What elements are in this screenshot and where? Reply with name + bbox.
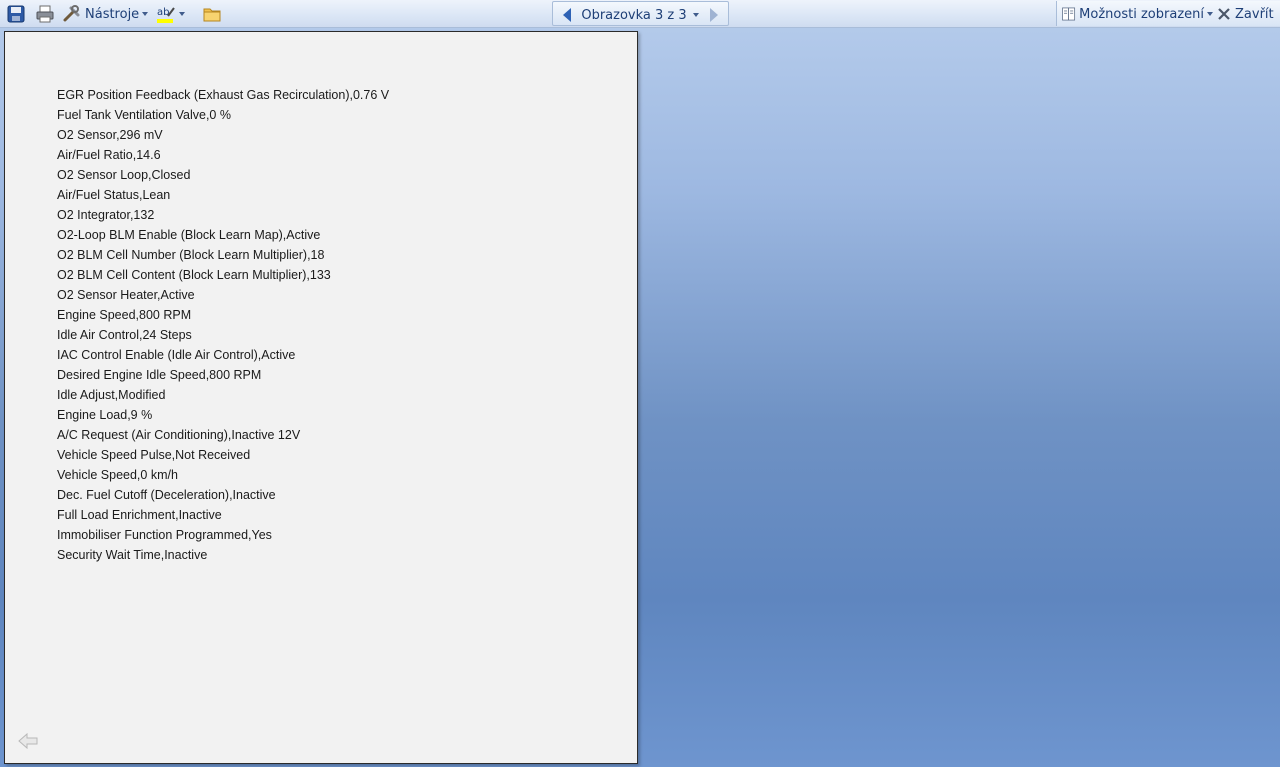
text-highlight-button[interactable]: ab xyxy=(156,2,196,26)
close-button[interactable]: Zavřít xyxy=(1217,2,1279,26)
view-options-icon xyxy=(1062,7,1076,21)
parameter-line: A/C Request (Air Conditioning),Inactive … xyxy=(57,428,301,442)
tools-icon xyxy=(63,5,80,22)
tools-label: Nástroje xyxy=(85,6,140,22)
view-options-button[interactable]: Možnosti zobrazení xyxy=(1061,2,1213,26)
document-page: EGR Position Feedback (Exhaust Gas Recir… xyxy=(4,31,638,764)
svg-text:ab: ab xyxy=(157,7,169,18)
screen-indicator: Obrazovka 3 z 3 xyxy=(581,7,687,23)
text-highlight-icon: ab xyxy=(157,7,175,23)
parameter-line: Idle Air Control,24 Steps xyxy=(57,328,192,342)
parameter-line: O2 Sensor Loop,Closed xyxy=(57,168,191,182)
parameter-line: O2 Sensor Heater,Active xyxy=(57,288,195,302)
screen-navigation: Obrazovka 3 z 3 xyxy=(552,1,729,26)
parameter-line: Idle Adjust,Modified xyxy=(57,388,166,402)
print-button[interactable] xyxy=(32,2,58,26)
next-screen-icon xyxy=(710,8,718,22)
parameter-line: O2 Sensor,296 mV xyxy=(57,128,163,142)
close-icon xyxy=(1218,8,1230,20)
parameter-line: O2 BLM Cell Number (Block Learn Multipli… xyxy=(57,248,325,262)
parameter-list: EGR Position Feedback (Exhaust Gas Recir… xyxy=(57,85,389,565)
chevron-down-icon xyxy=(1207,12,1213,16)
parameter-line: O2-Loop BLM Enable (Block Learn Map),Act… xyxy=(57,228,321,242)
save-icon xyxy=(7,5,25,23)
parameter-line: EGR Position Feedback (Exhaust Gas Recir… xyxy=(57,88,390,102)
parameter-line: Air/Fuel Ratio,14.6 xyxy=(57,148,161,162)
folder-button[interactable] xyxy=(200,2,224,26)
close-label: Zavřít xyxy=(1235,6,1274,22)
back-arrow-icon[interactable] xyxy=(17,732,39,750)
tools-menu-button[interactable]: Nástroje xyxy=(62,2,152,26)
chevron-down-icon xyxy=(179,12,185,16)
parameter-line: Immobiliser Function Programmed,Yes xyxy=(57,528,272,542)
view-controls: Možnosti zobrazení Zavřít xyxy=(1056,1,1280,26)
print-icon xyxy=(36,5,54,23)
prev-screen-button[interactable] xyxy=(557,3,577,27)
parameter-line: Air/Fuel Status,Lean xyxy=(57,188,171,202)
chevron-down-icon xyxy=(692,13,699,17)
parameter-line: Engine Speed,800 RPM xyxy=(57,308,192,322)
prev-screen-icon xyxy=(563,8,571,22)
parameter-line: Vehicle Speed,0 km/h xyxy=(57,468,178,482)
parameter-line: IAC Control Enable (Idle Air Control),Ac… xyxy=(57,348,296,362)
parameter-line: Security Wait Time,Inactive xyxy=(57,548,208,562)
view-options-label: Možnosti zobrazení xyxy=(1079,6,1204,22)
chevron-down-icon xyxy=(142,12,149,16)
parameter-line: O2 BLM Cell Content (Block Learn Multipl… xyxy=(57,268,331,282)
next-screen-button[interactable] xyxy=(704,3,724,27)
parameter-line: Desired Engine Idle Speed,800 RPM xyxy=(57,368,262,382)
screen-selector[interactable]: Obrazovka 3 z 3 xyxy=(581,3,699,27)
parameter-line: O2 Integrator,132 xyxy=(57,208,155,222)
parameter-line: Full Load Enrichment,Inactive xyxy=(57,508,222,522)
folder-icon xyxy=(203,8,221,22)
parameter-line: Fuel Tank Ventilation Valve,0 % xyxy=(57,108,231,122)
parameter-line: Vehicle Speed Pulse,Not Received xyxy=(57,448,251,462)
reading-toolbar: Nástroje ab Obrazovka 3 z 3 Možnosti zob… xyxy=(0,0,1280,28)
parameter-line: Engine Load,9 % xyxy=(57,408,153,422)
save-button[interactable] xyxy=(4,2,28,26)
parameter-line: Dec. Fuel Cutoff (Deceleration),Inactive xyxy=(57,488,276,502)
